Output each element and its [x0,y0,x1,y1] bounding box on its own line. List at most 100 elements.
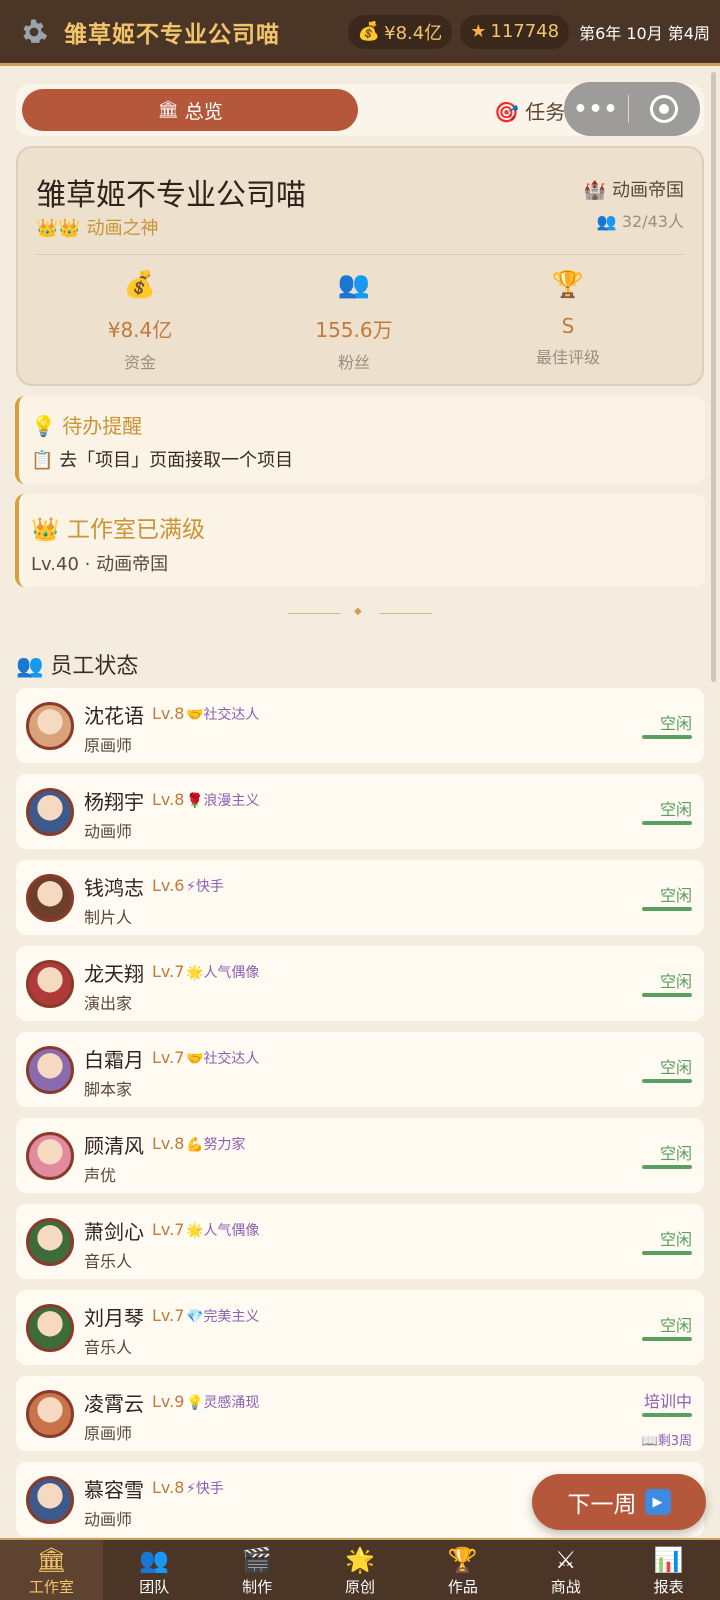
staff-count-value: 32/43人 [621,212,684,231]
employee-progress-bar [642,1079,692,1083]
employee-role: 脚本家 [84,1080,133,1099]
employee-name: 白霜月 [84,1048,144,1072]
nav-item-4[interactable]: 🏆 作品 [411,1540,514,1600]
avatar [26,1132,74,1180]
nav-item-label: 商战 [550,1578,581,1596]
employee-row[interactable]: 龙天翔 Lv.7 🌟人气偶像 演出家 空闲 [16,946,704,1021]
employee-role: 动画师 [84,822,133,841]
miniprogram-capsule: ••• [564,82,700,136]
nav-item-1[interactable]: 👥 团队 [103,1540,206,1600]
employee-level: Lv.8 [152,1134,185,1153]
employee-row[interactable]: 凌霄云 Lv.9 💡灵感涌现 原画师 培训中 📖剩3周 [16,1376,704,1451]
company-card: 雏草姬不专业公司喵 👑👑 动画之神 🏰 动画帝国 👥 32/43人 💰 ¥8.4… [16,146,704,386]
todo-title: 💡 待办提醒 [31,410,142,439]
fans-icon: 👥 [337,270,371,300]
todo-text-label: 去「项目」页面接取一个项目 [59,450,294,471]
nav-item-0[interactable]: 🏛 工作室 [0,1540,103,1600]
employee-trait-label: 快手 [195,879,224,895]
gear-icon[interactable] [18,16,50,48]
company-level: 🏰 动画帝国 [584,176,684,202]
employee-name: 萧剑心 [84,1220,144,1244]
employee-row[interactable]: 萧剑心 Lv.7 🌟人气偶像 音乐人 空闲 [16,1204,704,1279]
employee-progress-bar [642,993,692,997]
employee-progress-bar [642,735,692,739]
employee-level: Lv.8 [152,790,185,809]
scrollbar[interactable] [711,72,716,682]
studio-title: 👑 工作室已满级 [31,510,205,544]
money-value: ¥8.4亿 [384,22,443,44]
stat-value: S [561,314,575,338]
employee-status: 空闲 [659,886,692,905]
todo-card[interactable]: 💡 待办提醒 📋 去「项目」页面接取一个项目 [15,396,705,484]
employee-trait-label: 人气偶像 [203,1223,260,1239]
employee-row[interactable]: 沈花语 Lv.8 🤝社交达人 原画师 空闲 [16,688,704,763]
training-remaining-label: 剩3周 [657,1434,692,1449]
employee-row[interactable]: 钱鸿志 Lv.6 ⚡快手 制片人 空闲 [16,860,704,935]
stat-label: 粉丝 [337,353,370,372]
todo-title-label: 待办提醒 [62,414,143,438]
employee-status: 培训中 [643,1392,692,1411]
todo-text: 📋 去「项目」页面接取一个项目 [31,446,293,472]
employee-role: 动画师 [84,1510,133,1529]
studio-card: 👑 工作室已满级 Lv.40 · 动画帝国 [15,494,705,587]
staff-count: 👥 32/43人 [597,208,684,232]
trophy-icon: 🏆 [551,270,585,300]
game-date: 第6年 10月 第4周 [579,23,710,43]
people-icon: 👥 [596,212,617,231]
tab-tasks[interactable]: 🎯 任务 [494,96,565,125]
diamond-icon: 💎 [186,1309,204,1325]
employee-trait: ⚡快手 [186,876,224,896]
employee-trait: ⚡快手 [186,1478,224,1498]
employee-row[interactable]: 白霜月 Lv.7 🤝社交达人 脚本家 空闲 [16,1032,704,1107]
nav-item-3[interactable]: 🌟 原创 [309,1540,412,1600]
employee-progress-bar [642,1251,692,1255]
company-title: 雏草姬不专业公司喵 [64,21,280,48]
clapper-icon: 🎬 [242,1546,273,1574]
tab-tasks-label: 任务 [525,100,566,124]
employee-trait-label: 快手 [195,1481,224,1497]
company-level-label: 动画帝国 [612,180,684,201]
next-week-button[interactable]: 下一周 ▶ [532,1474,706,1530]
employee-level: Lv.7 [152,1048,185,1067]
spark-icon: 🌟 [345,1546,375,1574]
nav-item-2[interactable]: 🎬 制作 [206,1540,309,1600]
nav-item-label: 团队 [139,1578,170,1596]
employee-row[interactable]: 顾清风 Lv.8 💪努力家 声优 空闲 [16,1118,704,1193]
employee-role: 音乐人 [84,1338,133,1357]
money-pill: 💰 ¥8.4亿 [347,14,453,49]
nav-item-label: 工作室 [28,1578,74,1596]
nav-item-6[interactable]: 📊 报表 [617,1540,720,1600]
more-icon[interactable]: ••• [564,97,628,122]
close-miniprogram-icon[interactable] [629,95,699,123]
studio-title-label: 工作室已满级 [66,517,205,543]
employee-level: Lv.7 [152,1220,185,1239]
employee-progress-bar [642,1337,692,1341]
money-bag-icon: 💰 [123,270,157,300]
employee-name: 龙天翔 [84,962,144,986]
avatar [26,702,74,750]
book-icon: 📖 [641,1434,658,1449]
avatar [26,788,74,836]
employee-trait-label: 努力家 [203,1137,246,1153]
nav-item-5[interactable]: ⚔ 商战 [514,1540,617,1600]
employee-role: 音乐人 [84,1252,133,1271]
employee-trait-label: 社交达人 [203,1051,260,1067]
employee-row[interactable]: 刘月琴 Lv.7 💎完美主义 音乐人 空闲 [16,1290,704,1365]
employees-section-title: 👥 员工状态 [16,648,138,680]
avatar [26,874,74,922]
stat-label: 最佳评级 [535,348,600,367]
studio-text: Lv.40 · 动画帝国 [31,554,169,575]
tab-overview-label: 总览 [184,100,223,123]
employee-status: 空闲 [659,1316,692,1335]
top-bar: 雏草姬不专业公司喵 💰 ¥8.4亿 ★ 117748 第6年 10月 第4周 [0,0,720,66]
employee-status: 空闲 [659,1058,692,1077]
employee-row[interactable]: 杨翔宇 Lv.8 🌹浪漫主义 动画师 空闲 [16,774,704,849]
employee-progress-bar [642,821,692,825]
stars-value: 117748 [490,21,560,42]
employee-trait: 💎完美主义 [186,1306,259,1326]
employee-status: 空闲 [659,1230,692,1249]
employee-level: Lv.7 [152,962,185,981]
training-remaining: 📖剩3周 [642,1430,692,1449]
tab-overview[interactable]: 🏛 总览 [22,89,358,131]
clipboard-icon: 📋 [31,450,54,471]
